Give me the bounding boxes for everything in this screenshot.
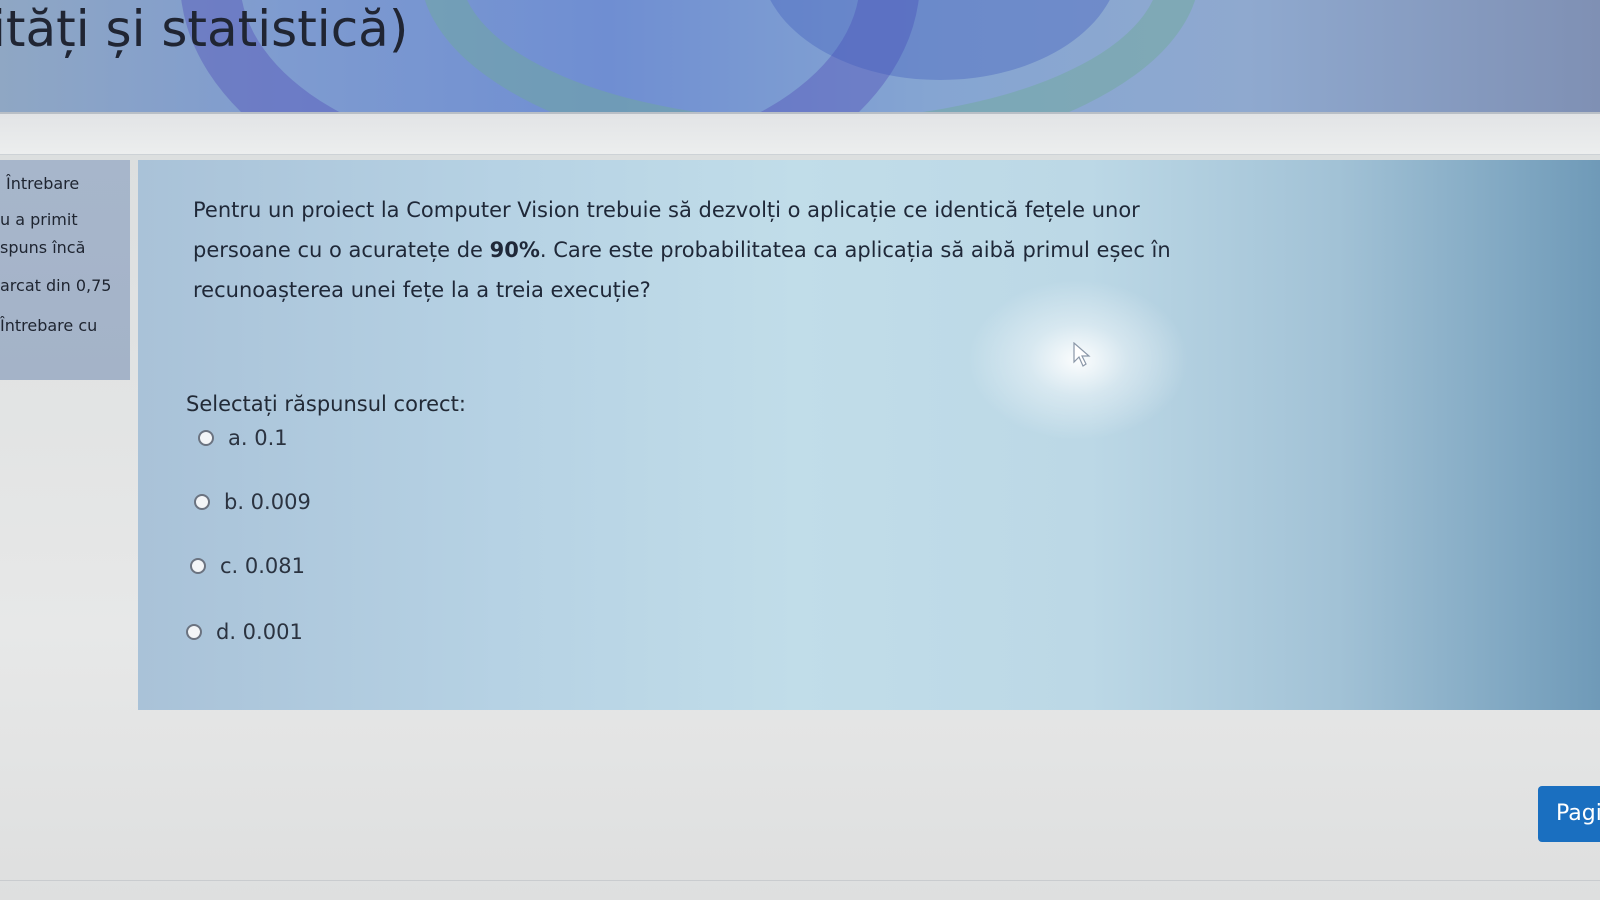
radio-icon[interactable] <box>186 624 202 640</box>
cursor-icon <box>1073 342 1091 367</box>
question-text-segment: persoane cu o acuratețe de <box>193 238 490 262</box>
question-info-number: Întrebare <box>6 174 80 193</box>
answer-option-b[interactable]: b. 0.009 <box>194 490 311 514</box>
radio-icon[interactable] <box>198 430 214 446</box>
flag-question-link[interactable]: Întrebare cu <box>0 316 97 335</box>
answer-option-c[interactable]: c. 0.081 <box>190 554 305 578</box>
header-divider <box>0 112 1600 155</box>
question-text: Pentru un proiect la Computer Vision tre… <box>193 190 1171 310</box>
next-page-button[interactable]: Pagi <box>1538 786 1600 842</box>
question-text-line: persoane cu o acuratețe de 90%. Care est… <box>193 230 1171 270</box>
question-text-line: recunoașterea unei fețe la a treia execu… <box>193 278 651 302</box>
radio-icon[interactable] <box>190 558 206 574</box>
page-title: ități și statistică) <box>0 0 409 58</box>
question-info-points: arcat din 0,75 <box>0 276 112 295</box>
answer-option-d[interactable]: d. 0.001 <box>186 620 303 644</box>
answer-option-label[interactable]: a. 0.1 <box>228 426 288 450</box>
question-info-panel: Întrebare u a primit spuns încă arcat di… <box>0 160 130 380</box>
answer-option-label[interactable]: d. 0.001 <box>216 620 303 644</box>
question-text-line: Pentru un proiect la Computer Vision tre… <box>193 198 1140 222</box>
question-text-segment: . Care este probabilitatea ca aplicația … <box>539 238 1171 262</box>
question-info-status-continued: spuns încă <box>0 238 86 257</box>
answer-prompt: Selectați răspunsul corect: <box>186 392 466 416</box>
question-text-highlight: 90% <box>489 238 540 262</box>
question-info-status: u a primit <box>0 210 78 229</box>
answer-option-label[interactable]: c. 0.081 <box>220 554 305 578</box>
answer-option-a[interactable]: a. 0.1 <box>198 426 288 450</box>
question-panel: Pentru un proiect la Computer Vision tre… <box>138 160 1600 710</box>
radio-icon[interactable] <box>194 494 210 510</box>
page-header: ități și statistică) <box>0 0 1600 112</box>
footer-divider <box>0 880 1600 881</box>
answer-option-label[interactable]: b. 0.009 <box>224 490 311 514</box>
